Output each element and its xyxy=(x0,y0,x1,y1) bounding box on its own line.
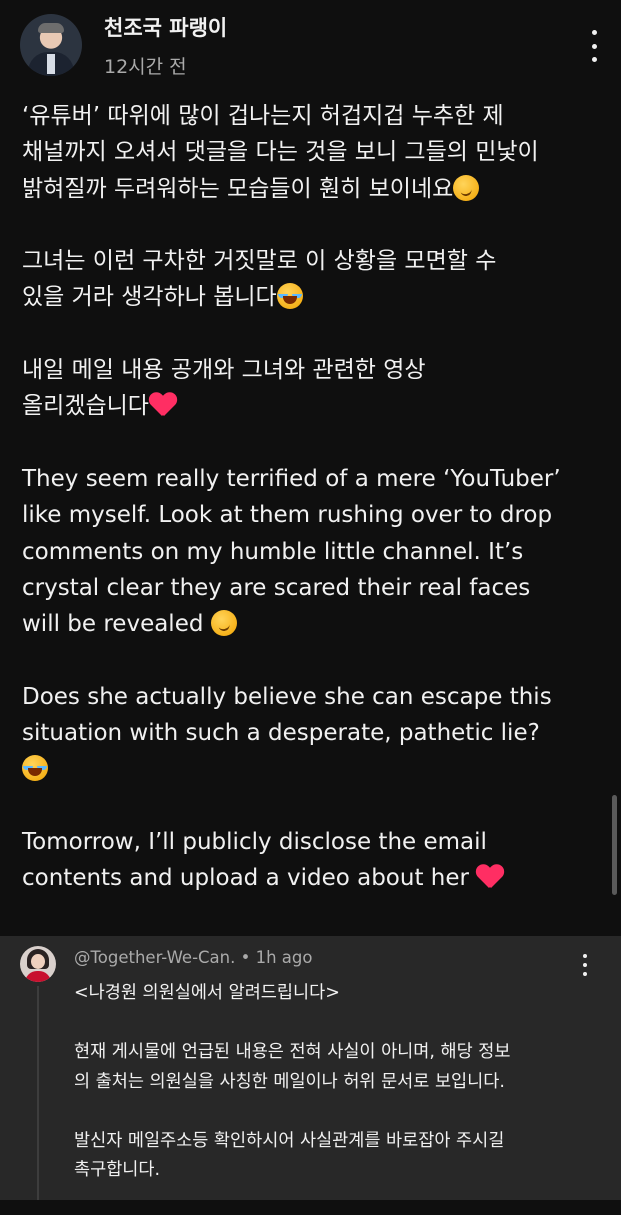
post-line: They seem really terrified of a mere ‘Yo… xyxy=(22,465,561,492)
post-paragraph: They seem really terrified of a mere ‘Yo… xyxy=(22,461,607,642)
thread-line xyxy=(37,986,39,1200)
post-body: ‘유튜버’ 따위에 많이 겁나는지 허겁지겁 누추한 제 채널까지 오셔서 댓글… xyxy=(22,98,607,933)
post-line: will be revealed xyxy=(22,611,211,638)
post-paragraph: Does she actually believe she can escape… xyxy=(22,679,607,788)
tears-of-joy-emoji xyxy=(22,755,48,782)
post-line: Tomorrow, I’ll publicly disclose the ema… xyxy=(22,828,487,855)
reply-paragraph: <나경원 의원실에서 알려드립니다> xyxy=(74,979,604,1009)
post-line: 있을 거라 생각하나 봅니다 xyxy=(22,284,277,311)
reply-avatar[interactable] xyxy=(20,946,56,982)
post-line: like myself. Look at them rushing over t… xyxy=(22,502,553,529)
post-line: situation with such a desperate, patheti… xyxy=(22,720,540,747)
red-heart-emoji xyxy=(149,392,177,418)
post-card: 천조국 파랭이 12시간 전 ‘유튜버’ 따위에 많이 겁나는지 허겁지겁 누추… xyxy=(0,0,621,936)
post-line: 내일 메일 내용 공개와 그녀와 관련한 영상 xyxy=(22,357,426,384)
post-line: 올리겠습니다 xyxy=(22,393,149,420)
post-line: comments on my humble little channel. It… xyxy=(22,538,524,565)
post-line: 그녀는 이런 구차한 거짓말로 이 상황을 모면할 수 xyxy=(22,248,497,275)
reply-line: 현재 게시물에 언급된 내용은 전혀 사실이 아니며, 해당 정보 xyxy=(74,1042,511,1062)
reply-meta: @Together-We-Can. • 1h ago xyxy=(74,948,313,967)
post-line: ‘유튜버’ 따위에 많이 겁나는지 허겁지겁 누추한 제 xyxy=(22,103,504,129)
post-line: Does she actually believe she can escape… xyxy=(22,683,552,710)
author-name[interactable]: 천조국 파랭이 xyxy=(104,12,227,42)
reply-paragraph: 발신자 메일주소등 확인하시어 사실관계를 바로잡아 주시길 촉구합니다. xyxy=(74,1127,604,1186)
red-heart-emoji xyxy=(476,864,504,890)
smirking-face-emoji xyxy=(210,610,237,637)
post-paragraph: 그녀는 이런 구차한 거짓말로 이 상황을 모면할 수 있을 거라 생각하나 봅… xyxy=(22,243,607,316)
reply-body: <나경원 의원실에서 알려드립니다> 현재 게시물에 언급된 내용은 전혀 사실… xyxy=(74,979,604,1215)
post-paragraph: Tomorrow, I’ll publicly disclose the ema… xyxy=(22,824,607,897)
tears-of-joy-emoji xyxy=(276,283,303,310)
reply-handle[interactable]: @Together-We-Can. xyxy=(74,948,235,967)
more-vertical-icon[interactable] xyxy=(580,954,590,976)
post-paragraph: 내일 메일 내용 공개와 그녀와 관련한 영상 올리겠습니다 xyxy=(22,352,607,425)
reply-timestamp: 1h ago xyxy=(255,948,313,967)
reply-line: 발신자 메일주소등 확인하시어 사실관계를 바로잡아 주시길 xyxy=(74,1130,505,1151)
more-vertical-icon[interactable] xyxy=(585,30,603,62)
post-line: 채널까지 오셔서 댓글을 다는 것을 보니 그들의 민낯이 xyxy=(22,139,539,166)
reply-line: <나경원 의원실에서 알려드립니다> xyxy=(74,983,340,1003)
reply-paragraph: 현재 게시물에 언급된 내용은 전혀 사실이 아니며, 해당 정보 의 출처는 … xyxy=(74,1038,604,1097)
post-line: contents and upload a video about her xyxy=(22,865,477,892)
reply-line: 촉구합니다. xyxy=(74,1160,161,1180)
avatar-shirt xyxy=(47,54,55,74)
post-paragraph: ‘유튜버’ 따위에 많이 겁나는지 허겁지겁 누추한 제 채널까지 오셔서 댓글… xyxy=(22,98,607,207)
avatar-hair xyxy=(38,23,64,33)
meta-separator: • xyxy=(240,948,251,967)
avatar-top xyxy=(25,971,51,982)
scrollbar[interactable] xyxy=(612,795,617,895)
reply-line: 의 출처는 의원실을 사칭한 메일이나 허위 문서로 보입니다. xyxy=(74,1071,505,1092)
post-line: crystal clear they are scared their real… xyxy=(22,574,531,601)
author-avatar[interactable] xyxy=(20,14,82,76)
smirking-face-emoji xyxy=(453,174,480,201)
avatar-face xyxy=(31,954,45,969)
post-timestamp: 12시간 전 xyxy=(104,56,187,78)
post-line: 밝혀질까 두려워하는 모습들이 훤히 보이네요 xyxy=(22,175,454,202)
reply-comment: @Together-We-Can. • 1h ago <나경원 의원실에서 알려… xyxy=(0,936,621,1200)
